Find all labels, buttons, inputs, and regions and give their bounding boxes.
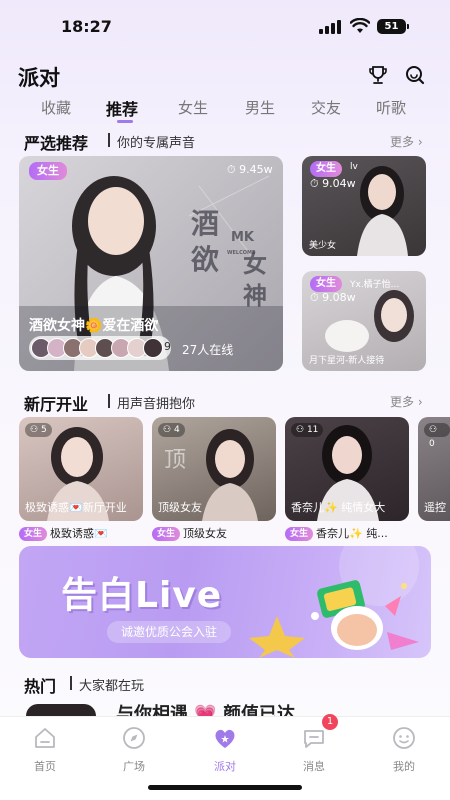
message-icon: [304, 730, 324, 748]
heat-count: ⏱ 9.04w: [310, 177, 356, 190]
room-name: 极致诱惑💌新厅开业: [25, 501, 127, 514]
section-title-new-rooms: 新厅开业: [24, 395, 89, 414]
unread-badge: 1: [322, 714, 338, 730]
tab-label: 广场: [123, 760, 145, 773]
tab-male[interactable]: 男生: [245, 97, 275, 118]
poster-text: 酒: [191, 207, 220, 240]
promo-banner[interactable]: 告白Live 诚邀优质公会入驻: [19, 546, 431, 658]
featured-side-card[interactable]: 女生 lv ⏱ 9.04w 美少女: [302, 156, 426, 256]
tab-square[interactable]: 广场: [104, 725, 164, 774]
poster-welcome: WELCOME: [227, 250, 256, 256]
tab-messages[interactable]: 消息: [284, 725, 344, 774]
home-indicator: [148, 785, 302, 790]
room-name: 月下星河-新人接待: [309, 356, 385, 366]
featured-main-card[interactable]: 女生 ⏱ 9.45w 酒 欲 女 神 MK WELCOME 酒欲女神🌼爱在酒欲 …: [19, 156, 283, 371]
svg-text:顶: 顶: [164, 448, 186, 473]
heat-count: ⏱ 9.08w: [310, 291, 356, 304]
room-name: 美少女: [309, 241, 337, 251]
room-host-line: 女生 香奈儿✨ 纯...: [285, 525, 388, 541]
room-name: 顶级女友: [158, 501, 202, 514]
section-title-hot: 热门: [24, 677, 57, 696]
room-name: 酒欲女神🌼爱在酒欲: [29, 318, 159, 334]
tab-profile[interactable]: 我的: [374, 725, 434, 774]
section-divider: [108, 394, 110, 408]
party-heart-icon: [215, 729, 235, 748]
status-bar: 18:27 51: [0, 0, 450, 54]
tag-female: 女生: [152, 527, 181, 541]
tab-recommended[interactable]: 推荐: [106, 96, 138, 120]
home-icon: [35, 728, 55, 748]
profile-icon: [393, 727, 415, 749]
section-divider: [70, 676, 72, 690]
room-host-line: 女生 极致诱惑💌: [19, 525, 108, 541]
banner-subtitle: 诚邀优质公会入驻: [107, 621, 232, 643]
page-title: 派对: [18, 66, 60, 90]
category-tabs: 收藏 推荐 女生 男生 交友 听歌: [0, 97, 450, 125]
heat-count: ⏱ 9.45w: [227, 163, 273, 176]
tab-dating[interactable]: 交友: [311, 97, 341, 118]
listener-count: ⚇ 5: [25, 423, 52, 437]
featured-more-link[interactable]: 更多 ›: [390, 133, 423, 150]
section-subtitle-new-rooms: 用声音拥抱你: [117, 397, 196, 412]
tab-female[interactable]: 女生: [178, 97, 208, 118]
tab-home[interactable]: 首页: [15, 725, 75, 774]
new-room-card[interactable]: 顶 ⚇ 4 顶级女友: [152, 417, 276, 521]
hot-room-title[interactable]: 与你相遇 💗 颜值已达: [116, 704, 295, 716]
tab-label: 首页: [34, 760, 56, 773]
section-subtitle-featured: 你的专属声音: [117, 136, 196, 151]
trophy-icon[interactable]: [367, 64, 389, 86]
host-name: 顶级女友: [183, 527, 228, 540]
section-subtitle-hot: 大家都在玩: [79, 679, 145, 694]
tag-female: 女生: [285, 527, 314, 541]
poster-mark: MK: [231, 230, 255, 245]
new-room-card[interactable]: ⚇ 5 极致诱惑💌新厅开业: [19, 417, 143, 521]
listener-count: ⚇ 11: [291, 423, 324, 437]
tab-party[interactable]: 派对: [195, 725, 255, 774]
tag-female: 女生: [310, 161, 342, 177]
listener-count: ⚇ 0: [424, 423, 450, 449]
tab-music[interactable]: 听歌: [376, 97, 406, 118]
section-title-featured: 严选推荐: [24, 134, 89, 153]
featured-side-card[interactable]: 女生 Yx.橘子怡... ⏱ 9.08w 月下星河-新人接待: [302, 271, 426, 371]
banner-title: 告白Live: [61, 575, 223, 616]
search-icon[interactable]: [404, 64, 426, 86]
host-name: 香奈儿✨ 纯...: [316, 527, 388, 540]
active-tab-indicator: [117, 120, 133, 123]
cellular-signal-icon: [319, 20, 341, 34]
new-room-card[interactable]: ⚇ 11 香奈儿✨ 纯情女大: [285, 417, 409, 521]
tag-female: 女生: [310, 276, 342, 292]
listener-avatars: 9: [29, 336, 171, 360]
room-name: 香奈儿✨ 纯情女大: [291, 501, 386, 514]
poster-text: 神: [243, 281, 267, 310]
online-count: 27人在线: [182, 343, 234, 357]
section-divider: [108, 133, 110, 147]
room-name: 遥控: [424, 501, 446, 514]
avatar-overflow-count: 9: [164, 340, 171, 353]
tab-label: 消息: [303, 760, 325, 773]
host-name: lv: [350, 162, 358, 172]
new-rooms-more-link[interactable]: 更多 ›: [390, 393, 423, 410]
hot-room-cover[interactable]: [26, 704, 96, 716]
host-name: Yx.橘子怡...: [350, 280, 400, 290]
wifi-icon: [350, 18, 370, 33]
tab-label: 派对: [214, 760, 236, 773]
listener-count: ⚇ 4: [158, 423, 185, 437]
new-room-card[interactable]: ⚇ 0 遥控: [418, 417, 450, 521]
battery-icon: 51: [377, 19, 409, 34]
tab-favorites[interactable]: 收藏: [41, 97, 71, 118]
avatar: [143, 338, 163, 358]
poster-text: 欲: [191, 243, 220, 276]
tag-female: 女生: [29, 162, 67, 180]
host-name: 极致诱惑💌: [50, 527, 108, 540]
status-time: 18:27: [61, 17, 112, 36]
tag-female: 女生: [19, 527, 48, 541]
room-host-line: 女生 顶级女友: [152, 525, 227, 541]
tab-label: 我的: [393, 760, 415, 773]
compass-icon: [123, 727, 145, 749]
